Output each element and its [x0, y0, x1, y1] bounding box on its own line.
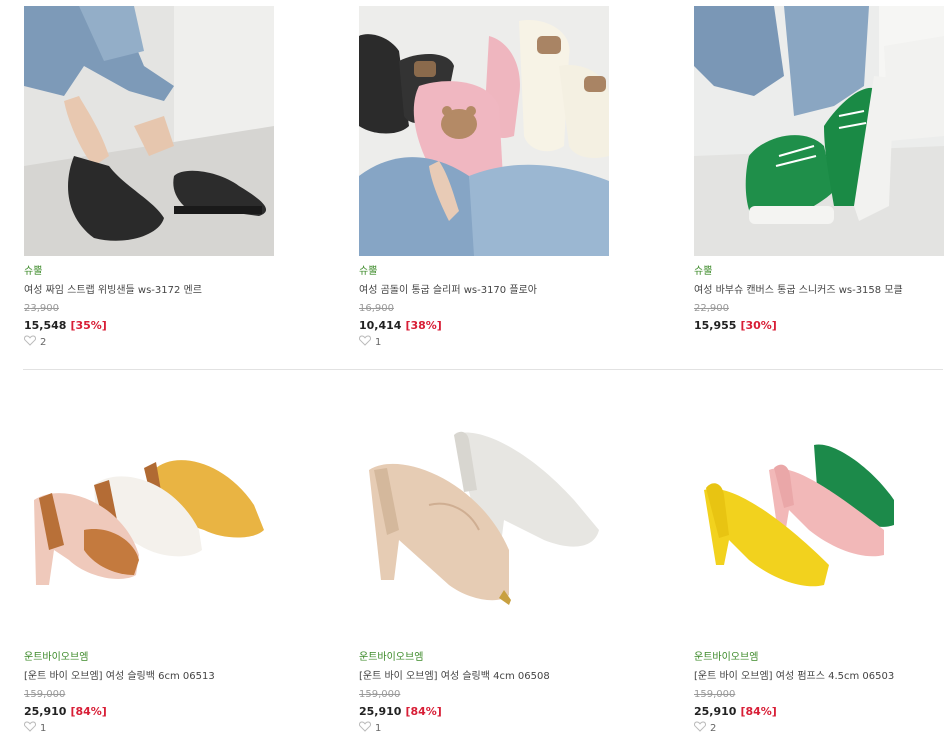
sale-price: 25,910	[694, 705, 737, 718]
product-name[interactable]: 여성 곰돌이 통굽 슬리퍼 ws-3170 플로아	[359, 284, 609, 298]
likes[interactable]: 2	[23, 335, 284, 350]
brand-name[interactable]: 슈뿔	[24, 265, 284, 279]
original-price: 22,900	[694, 303, 729, 314]
likes[interactable]: 1	[23, 721, 284, 735]
product-name[interactable]: [운트 바이 오브엠] 여성 슬링백 4cm 06508	[359, 670, 609, 684]
discount-rate: [35%]	[70, 319, 107, 332]
row-divider	[23, 369, 943, 370]
likes[interactable]: 1	[358, 335, 619, 350]
original-price: 159,000	[694, 689, 736, 700]
brand-name[interactable]: 운트바이오브엠	[24, 651, 284, 665]
original-price: 16,900	[359, 303, 394, 314]
product-image-slingback-6cm[interactable]	[24, 390, 274, 640]
like-count: 1	[375, 337, 382, 348]
discount-rate: [84%]	[405, 705, 442, 718]
sale-price: 15,548	[24, 319, 67, 332]
sale-price: 25,910	[24, 705, 67, 718]
product-name[interactable]: 여성 짜임 스트랩 위빙샌들 ws-3172 멘르	[24, 284, 274, 298]
discount-rate: [84%]	[740, 705, 777, 718]
brand-name[interactable]: 운트바이오브엠	[359, 651, 619, 665]
likes[interactable]: 1	[358, 721, 619, 735]
product-name[interactable]: 여성 바부슈 캔버스 통굽 스니커즈 ws-3158 모클	[694, 284, 944, 298]
heart-icon[interactable]	[693, 721, 707, 735]
original-price: 159,000	[359, 689, 401, 700]
sale-price: 15,955	[694, 319, 737, 332]
likes[interactable]: 2	[693, 721, 951, 735]
heart-icon[interactable]	[358, 335, 372, 350]
product-image-pumps[interactable]	[694, 390, 944, 640]
like-count: 2	[40, 337, 47, 348]
sale-price: 10,414	[359, 319, 402, 332]
brand-name[interactable]: 운트바이오브엠	[694, 651, 951, 665]
product-image-canvas-sneaker[interactable]	[694, 6, 944, 256]
original-price: 23,900	[24, 303, 59, 314]
like-count: 1	[40, 723, 47, 734]
product-image-slingback-4cm[interactable]	[359, 390, 609, 640]
like-count: 2	[710, 723, 717, 734]
product-name[interactable]: [운트 바이 오브엠] 여성 펌프스 4.5cm 06503	[694, 670, 944, 684]
product-image-bear-slipper[interactable]	[359, 6, 609, 256]
original-price: 159,000	[24, 689, 66, 700]
heart-icon[interactable]	[23, 335, 37, 350]
discount-rate: [30%]	[740, 319, 777, 332]
like-count: 1	[375, 723, 382, 734]
discount-rate: [84%]	[70, 705, 107, 718]
heart-icon[interactable]	[23, 721, 37, 735]
brand-name[interactable]: 슈뿔	[359, 265, 619, 279]
brand-name[interactable]: 슈뿔	[694, 265, 951, 279]
discount-rate: [38%]	[405, 319, 442, 332]
sale-price: 25,910	[359, 705, 402, 718]
product-name[interactable]: [운트 바이 오브엠] 여성 슬링백 6cm 06513	[24, 670, 274, 684]
product-image-weaving-sandal[interactable]	[24, 6, 274, 256]
heart-icon[interactable]	[358, 721, 372, 735]
